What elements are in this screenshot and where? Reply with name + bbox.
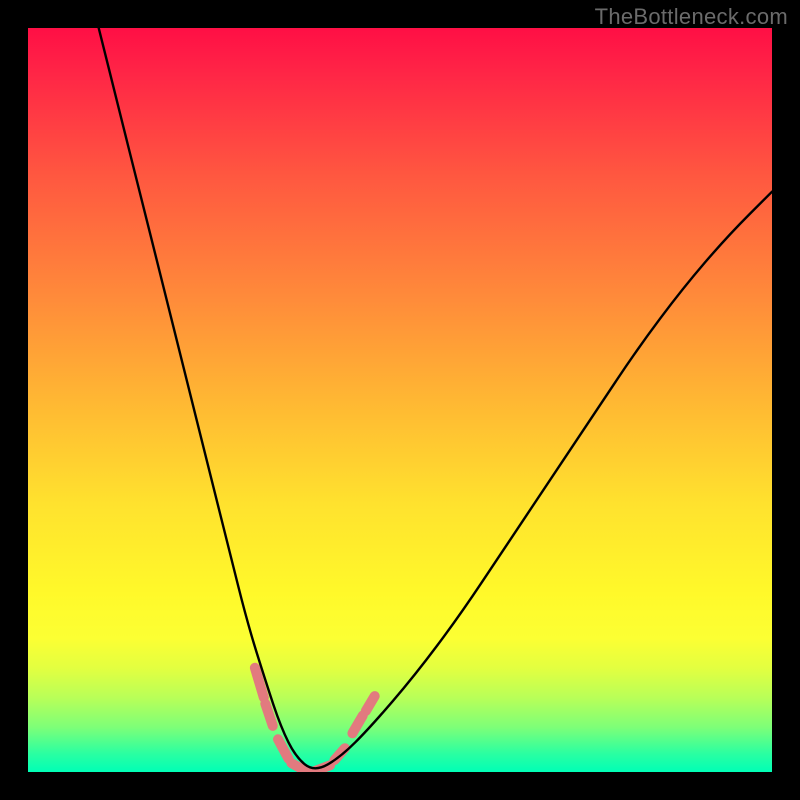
min-markers-group [255,668,375,772]
bottleneck-curve-path [99,28,772,768]
chart-frame: TheBottleneck.com [0,0,800,800]
min-marker-dash [352,716,362,734]
min-marker-dash [278,739,288,758]
min-marker-dash [366,696,375,711]
chart-svg [28,28,772,772]
min-marker-dash [265,704,273,726]
watermark-text: TheBottleneck.com [595,4,788,30]
plot-area [28,28,772,772]
